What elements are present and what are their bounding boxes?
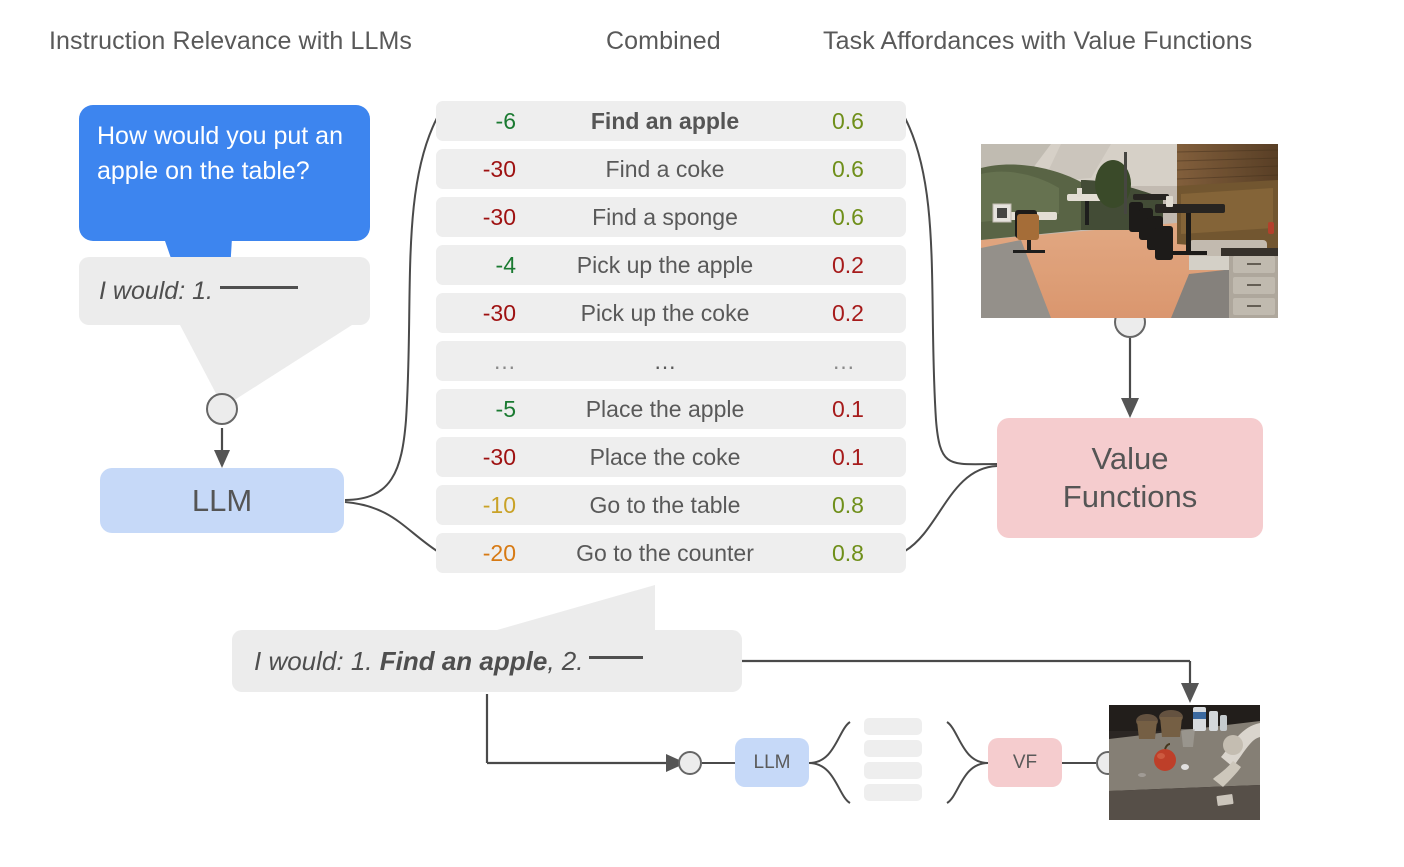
prompt-bubble-tail-left (180, 325, 310, 405)
prompt-blank (219, 285, 298, 289)
circle-node-icon-main (206, 393, 238, 425)
mini-llm-box[interactable]: LLM (735, 738, 809, 787)
skill-label: Find a coke (605, 155, 725, 182)
value-function-score: 0.8 (832, 491, 864, 518)
diagram-canvas: Instruction Relevance with LLMs Combined… (0, 0, 1404, 867)
mini-llm-fan-top (808, 721, 851, 764)
mini-skill-card (864, 718, 922, 735)
value-function-score: 0.2 (832, 299, 864, 326)
llm-to-table-bottom-curve (344, 501, 438, 552)
skill-label: Go to the counter (576, 539, 754, 566)
llm-box[interactable]: LLM (100, 468, 344, 533)
question-bubble: How would you put an apple on the table? (79, 105, 370, 241)
node-to-llm-arrowhead (214, 450, 230, 468)
skill-row[interactable]: -30 Place the coke 0.1 (436, 437, 906, 477)
mini-skill-card (864, 762, 922, 779)
value-function-score: 0.6 (832, 107, 864, 134)
scene-to-vf-arrowhead (1121, 398, 1139, 418)
vf-label-line1: Value (1091, 441, 1169, 476)
prompt-bubble: I would: 1. (79, 257, 370, 325)
column-header-left: Instruction Relevance with LLMs (49, 27, 412, 55)
skill-row[interactable]: -6 Find an apple 0.6 (436, 101, 906, 141)
answer-bubble-tail (490, 585, 655, 632)
mini-vf-box[interactable]: VF (988, 738, 1062, 787)
answer-suffix: , 2. (547, 645, 584, 676)
llm-score: -30 (482, 299, 516, 326)
answer-blank (589, 655, 644, 659)
llm-score: -5 (495, 395, 516, 422)
skill-row[interactable]: -20 Go to the counter 0.8 (436, 533, 906, 573)
counter-apple-art (1109, 705, 1260, 820)
mini-vf-fan-top (946, 721, 989, 764)
column-header-middle: Combined (606, 27, 721, 55)
skill-row[interactable]: -30 Find a sponge 0.6 (436, 197, 906, 237)
skill-label: Find an apple (590, 107, 740, 134)
counter-apple-photo (1109, 705, 1260, 820)
mini-skill-card (864, 740, 922, 757)
skill-label: Place the apple (585, 395, 745, 422)
column-header-right: Task Affordances with Value Functions (823, 27, 1253, 55)
answer-to-photo-arrowhead (1181, 683, 1199, 703)
llm-score: -30 (482, 203, 516, 230)
value-function-score: … (832, 347, 855, 374)
skill-label: Find a sponge (592, 203, 738, 230)
mini-vf-fan-bottom (946, 762, 989, 804)
cafe-scene-art (981, 144, 1278, 318)
vf-label-line2: Functions (1062, 479, 1198, 514)
llm-score: -30 (482, 155, 516, 182)
skills-table: -6 Find an apple 0.6 -30 Find a coke 0.6 -30 Fi… (436, 101, 906, 581)
circle-node-icon-mini-in (678, 751, 702, 775)
skill-label: Pick up the apple (576, 251, 754, 278)
llm-score: -4 (495, 251, 516, 278)
value-function-score: 0.8 (832, 539, 864, 566)
skill-row[interactable]: … … … (436, 341, 906, 381)
skill-label: Pick up the coke (580, 299, 750, 326)
skill-row[interactable]: -30 Find a coke 0.6 (436, 149, 906, 189)
value-function-score: 0.6 (832, 155, 864, 182)
table-to-vf-bottom-curve (904, 465, 998, 552)
value-function-score: 0.6 (832, 203, 864, 230)
skill-row[interactable]: -10 Go to the table 0.8 (436, 485, 906, 525)
value-function-score: 0.2 (832, 251, 864, 278)
llm-score: … (493, 347, 516, 374)
mini-llm-fan-bottom (808, 762, 851, 804)
value-function-score: 0.1 (832, 443, 864, 470)
llm-score: -10 (482, 491, 516, 518)
skill-row[interactable]: -5 Place the apple 0.1 (436, 389, 906, 429)
mini-skill-card (864, 784, 922, 801)
skill-row[interactable]: -30 Pick up the coke 0.2 (436, 293, 906, 333)
answer-selected-skill: Find an apple (379, 645, 548, 676)
skill-label: … (653, 347, 677, 374)
skill-label: Go to the table (589, 491, 741, 518)
answer-bubble: I would: 1. Find an apple, 2. (232, 630, 742, 692)
prompt-text: I would: 1. (99, 276, 213, 305)
llm-score: -20 (482, 539, 516, 566)
value-function-score: 0.1 (832, 395, 864, 422)
llm-score: -30 (482, 443, 516, 470)
answer-prefix: I would: 1. (254, 645, 373, 676)
value-functions-box[interactable]: Value Functions (997, 418, 1263, 538)
skill-row[interactable]: -4 Pick up the apple 0.2 (436, 245, 906, 285)
skill-label: Place the coke (589, 443, 741, 470)
llm-score: -6 (495, 107, 516, 134)
prompt-bubble-tail-right (222, 325, 352, 408)
cafe-scene-photo (981, 144, 1278, 318)
mini-input-arrowhead (666, 754, 686, 772)
